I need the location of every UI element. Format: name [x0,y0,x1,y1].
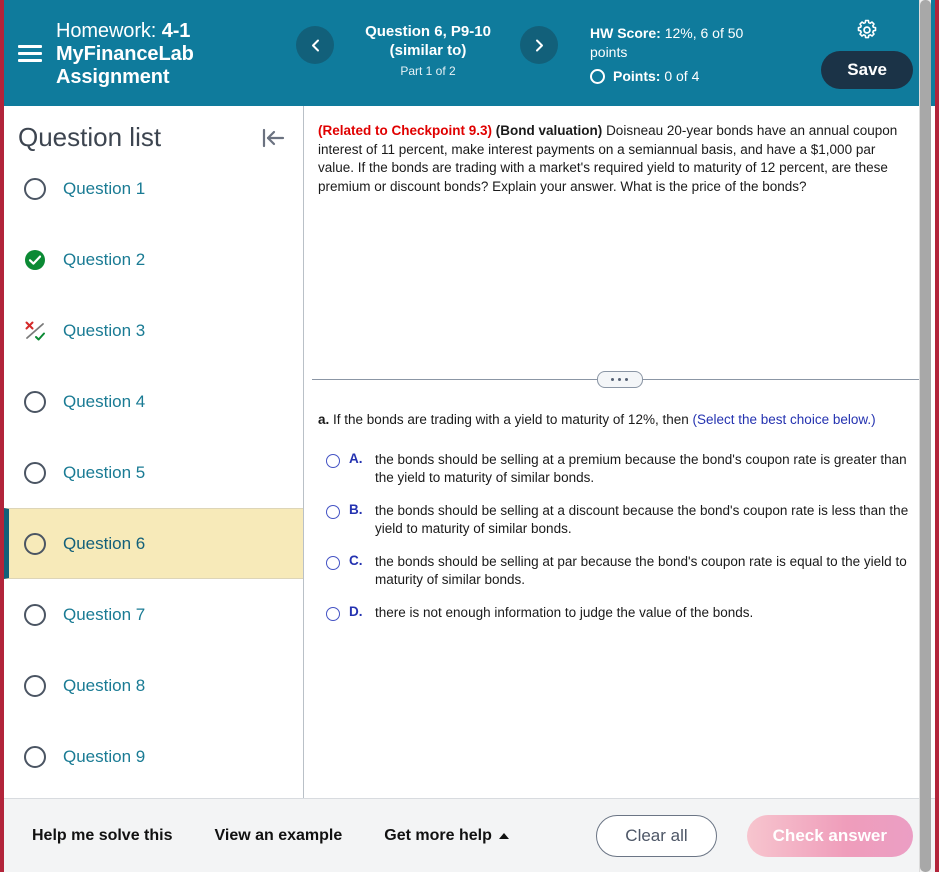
question-list-item-label: Question 2 [63,249,146,269]
question-list-item-1[interactable]: Question 1 [4,153,303,224]
question-list-item-label: Question 5 [63,462,146,482]
question-indicator: Question 6, P9-10 (similar to) Part 1 of… [344,0,512,78]
points-value: 0 of 4 [664,68,700,84]
points-line: Points: 0 of 4 [590,67,770,86]
answer-choice-c[interactable]: C. the bonds should be selling at par be… [318,553,911,589]
question-statement: (Related to Checkpoint 9.3) (Bond valuat… [318,122,911,196]
question-list: Question 1 Question 2 Question 3 Questio… [4,153,303,792]
header-actions: Save [821,0,935,89]
question-statement-pane: (Related to Checkpoint 9.3) (Bond valuat… [304,106,935,368]
radio-button-d[interactable] [326,607,340,621]
choice-text-d: there is not enough information to judge… [375,605,754,620]
get-more-help-button[interactable]: Get more help [384,827,509,845]
answer-pane: a. If the bonds are trading with a yield… [304,390,935,798]
answer-choice-d[interactable]: D. there is not enough information to ju… [318,604,911,622]
question-list-item-label: Question 6 [63,533,146,553]
status-unanswered-icon [23,674,47,698]
checkpoint-reference: (Related to Checkpoint 9.3) [318,123,493,138]
hw-score-line: HW Score: 12%, 6 of 50 points [590,24,770,62]
choice-text-a: the bonds should be selling at a premium… [375,452,907,485]
status-unanswered-icon [23,177,47,201]
splitter-line-right [642,378,927,380]
part-prompt: a. If the bonds are trading with a yield… [318,410,911,429]
page-scrollbar-thumb[interactable] [920,0,931,872]
menu-button[interactable] [4,0,56,106]
points-circle-icon [590,69,605,84]
select-best-choice-hint: (Select the best choice below.) [692,412,876,427]
status-unanswered-icon [23,390,47,414]
answer-choice-list: A. the bonds should be selling at a prem… [318,451,911,622]
drag-handle-dots-icon[interactable] [596,370,643,388]
question-topic: (Bond valuation) [495,123,603,138]
status-unanswered-icon [23,745,47,769]
collapse-left-icon[interactable] [259,124,287,152]
points-label: Points: [613,68,661,84]
answer-choice-b[interactable]: B. the bonds should be selling at a disc… [318,502,911,538]
assignment-title-label: Homework: [56,20,157,42]
previous-question-button[interactable] [296,26,334,64]
question-list-item-label: Question 1 [63,178,146,198]
choice-text-c: the bonds should be selling at par becau… [375,554,907,587]
question-list-item-2[interactable]: Question 2 [4,224,303,295]
choice-text-b: the bonds should be selling at a discoun… [375,503,909,536]
question-list-item-3[interactable]: Question 3 [4,295,303,366]
choice-letter-b: B. [349,502,363,517]
question-list-item-label: Question 7 [63,604,146,624]
answer-choice-a[interactable]: A. the bonds should be selling at a prem… [318,451,911,487]
status-partial-credit-icon [23,319,47,343]
view-an-example-button[interactable]: View an example [215,827,343,845]
question-list-item-7[interactable]: Question 7 [4,579,303,650]
radio-button-a[interactable] [326,454,340,468]
action-footer: Help me solve this View an example Get m… [4,798,935,872]
question-part-indicator: Part 1 of 2 [400,64,456,78]
question-list-item-5[interactable]: Question 5 [4,437,303,508]
status-unanswered-icon [23,461,47,485]
choice-letter-c: C. [349,553,363,568]
chevron-left-icon [311,39,319,51]
question-list-item-9[interactable]: Question 9 [4,721,303,792]
pane-splitter[interactable] [312,368,927,390]
caret-up-icon [498,832,509,839]
splitter-line-left [312,378,597,380]
status-unanswered-icon [23,532,47,556]
question-list-item-4[interactable]: Question 4 [4,366,303,437]
question-list-item-label: Question 4 [63,391,146,411]
chevron-right-icon [535,39,543,51]
status-unanswered-icon [23,603,47,627]
app-header: Homework: 4-1 MyFinanceLab Assignment Qu… [4,0,935,106]
page-scrollbar[interactable] [919,0,931,872]
part-letter: a. [318,412,330,427]
choice-letter-a: A. [349,451,363,466]
hw-score-label: HW Score: [590,25,661,41]
question-list-title: Question list [18,122,162,152]
main-body: Question list Question 1 Question 2 Ques… [4,106,935,798]
question-list-item-label: Question 9 [63,746,146,766]
get-more-help-label: Get more help [384,826,492,844]
radio-button-b[interactable] [326,505,340,519]
question-indicator-title: Question 6, P9-10 (similar to) [365,23,491,59]
score-summary: HW Score: 12%, 6 of 50 points Points: 0 … [590,0,770,86]
choice-letter-d: D. [349,604,363,619]
hamburger-icon [18,44,42,62]
question-list-item-label: Question 8 [63,675,146,695]
question-content-panel: (Related to Checkpoint 9.3) (Bond valuat… [304,106,935,798]
next-question-button[interactable] [520,26,558,64]
application-frame: Homework: 4-1 MyFinanceLab Assignment Qu… [0,0,939,872]
save-button[interactable]: Save [821,51,913,89]
status-correct-icon [23,248,47,272]
assignment-title: Homework: 4-1 MyFinanceLab Assignment [56,0,294,89]
question-list-item-6[interactable]: Question 6 [4,508,303,579]
radio-button-c[interactable] [326,556,340,570]
question-list-sidebar: Question list Question 1 Question 2 Ques… [4,106,304,798]
clear-all-button[interactable]: Clear all [596,814,717,857]
part-prompt-text: If the bonds are trading with a yield to… [333,412,689,427]
gear-icon[interactable] [855,18,879,42]
help-me-solve-this-button[interactable]: Help me solve this [32,827,173,845]
check-answer-button[interactable]: Check answer [746,814,913,857]
question-list-item-label: Question 3 [63,320,146,340]
question-list-header: Question list [4,106,303,153]
question-list-item-8[interactable]: Question 8 [4,650,303,721]
